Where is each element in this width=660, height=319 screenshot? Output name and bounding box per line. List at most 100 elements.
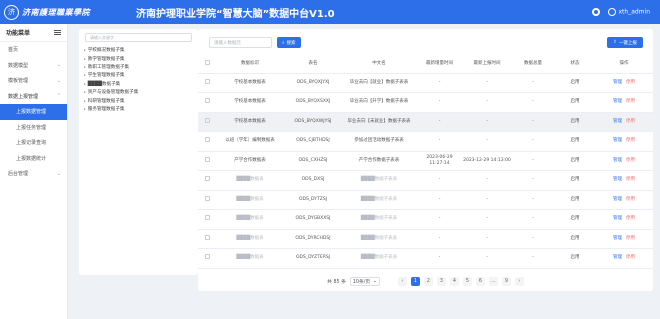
- tree-item[interactable]: ▸ 服务管理数据子集: [79, 105, 198, 113]
- sidebar-subitem-report-data[interactable]: 上报数据管理: [0, 104, 67, 120]
- column-header[interactable]: 状态: [555, 54, 595, 74]
- column-header[interactable]: 数据标识: [216, 54, 284, 74]
- manage-link[interactable]: 管理: [613, 197, 622, 202]
- cell-chinese-name: ████数据子表表: [342, 170, 416, 191]
- disable-link[interactable]: 停用: [626, 177, 635, 182]
- expand-arrow-icon[interactable]: ▸: [84, 65, 86, 69]
- sidebar-item-data-model[interactable]: 数据模型 ⌄: [0, 58, 67, 74]
- prev-page-button[interactable]: ‹: [397, 276, 407, 286]
- settings-gear-icon[interactable]: [592, 8, 601, 16]
- disable-link[interactable]: 停用: [626, 138, 635, 143]
- data-id-text: ████数据表: [236, 235, 264, 241]
- column-header[interactable]: 最新增量时间: [416, 54, 463, 74]
- page-number-button[interactable]: 4: [449, 276, 459, 286]
- pagination-total: 共 85 条: [327, 279, 346, 285]
- disable-link[interactable]: 停用: [626, 158, 635, 163]
- page-ellipsis[interactable]: ...: [488, 276, 498, 286]
- table-row[interactable]: ████数据表 ODS_DYZTERSJ ████数据子表表 - - - 启用 管理 停用: [198, 248, 653, 269]
- sidebar-subitem-report-stats[interactable]: 上报数据统计: [0, 151, 67, 167]
- page-number-button[interactable]: 6: [475, 276, 485, 286]
- row-checkbox[interactable]: [204, 215, 210, 221]
- column-header[interactable]: 操作: [595, 54, 653, 74]
- one-click-report-button[interactable]: ⇪ 一键上报: [607, 37, 643, 48]
- user-menu[interactable]: xth_admin: [608, 8, 650, 16]
- tree-item[interactable]: ▸ 科研管理数据子集: [79, 96, 198, 104]
- column-header[interactable]: 最新上报时间: [463, 54, 511, 74]
- next-page-button[interactable]: ›: [514, 276, 524, 286]
- row-checkbox[interactable]: [204, 254, 210, 260]
- page-number-button[interactable]: 9: [501, 276, 511, 286]
- row-checkbox[interactable]: [204, 176, 210, 182]
- select-all-checkbox[interactable]: [204, 59, 210, 65]
- row-checkbox[interactable]: [204, 137, 210, 143]
- sidebar-item-admin[interactable]: 后台管理 ⌄: [0, 166, 67, 182]
- tree-item[interactable]: ▸ 教职工管理数据子集: [79, 63, 198, 71]
- manage-link[interactable]: 管理: [613, 177, 622, 182]
- row-checkbox[interactable]: [204, 195, 210, 201]
- table-row[interactable]: ████数据表 ODS_DYRCHDSJ ████数据子表表 - - - 启用 管理 停用: [198, 229, 653, 249]
- chevron-down-icon: ⌄: [56, 62, 61, 69]
- page-number-button[interactable]: 5: [462, 276, 472, 286]
- manage-link[interactable]: 管理: [613, 119, 622, 124]
- expand-arrow-icon[interactable]: ▸: [84, 82, 86, 86]
- disable-link[interactable]: 停用: [626, 119, 635, 124]
- table-row[interactable]: 产学合作数据表 ODS_CXHZSJ 产学合作数据子表表 2023-06-29 11:…: [198, 151, 653, 171]
- manage-link[interactable]: 管理: [613, 80, 622, 85]
- table-row[interactable]: ████数据表 ODS_DXSJ ████数据子表表 - - - 启用 管理 停用: [198, 170, 653, 191]
- disable-link[interactable]: 停用: [626, 216, 635, 221]
- expand-arrow-icon[interactable]: ▸: [84, 73, 86, 77]
- sidebar-subitem-report-task[interactable]: 上报任务管理: [0, 120, 67, 136]
- table-row[interactable]: 以班（学年）编制数据表 ODS_CJBTHDSJ 参加过团活动数据子表表 - - - 启用管…: [198, 131, 653, 152]
- page-number-button[interactable]: 1: [410, 276, 420, 286]
- sidebar-item-home[interactable]: 首页: [0, 42, 67, 58]
- page-number-button[interactable]: 2: [423, 276, 433, 286]
- row-select-cell: [198, 248, 216, 269]
- manage-link[interactable]: 管理: [613, 216, 622, 221]
- column-header[interactable]: 数据总量: [511, 54, 555, 74]
- table-row[interactable]: ████数据表 ODS_DYTZSJ ████数据子表表 - - - 启用 管理 停用: [198, 190, 653, 210]
- manage-link[interactable]: 管理: [613, 99, 622, 104]
- row-checkbox[interactable]: [204, 234, 210, 240]
- expand-arrow-icon[interactable]: ▸: [84, 107, 86, 111]
- expand-arrow-icon[interactable]: ▸: [84, 90, 86, 94]
- row-checkbox[interactable]: [204, 156, 210, 162]
- disable-link[interactable]: 停用: [626, 99, 635, 104]
- search-input[interactable]: 请输入数据元: [209, 37, 272, 48]
- page-number-button[interactable]: 3: [436, 276, 446, 286]
- collapse-menu-icon[interactable]: [54, 30, 61, 35]
- manage-link[interactable]: 管理: [613, 236, 622, 241]
- sidebar-item-report[interactable]: 数据上报管理 ⌃: [0, 89, 67, 105]
- manage-link[interactable]: 管理: [613, 158, 622, 163]
- disable-link[interactable]: 停用: [626, 197, 635, 202]
- disable-link[interactable]: 停用: [626, 80, 635, 85]
- cell-data-id: ████数据表: [216, 209, 284, 230]
- page-size-select[interactable]: 10条/页 ⌄: [349, 276, 380, 286]
- sidebar-item-template[interactable]: 模板管理 ⌄: [0, 73, 67, 89]
- cell-total: -: [511, 209, 555, 230]
- disable-link[interactable]: 停用: [626, 255, 635, 260]
- expand-arrow-icon[interactable]: ▸: [84, 57, 86, 61]
- tree-item[interactable]: ▸ 学生管理数据子集: [79, 71, 198, 79]
- table-row[interactable]: 学校基本数据表 ODS_BYQXSXXJ 毕业去向【升学】数据子表表 - - - 启用 管理停…: [198, 92, 653, 113]
- column-header[interactable]: 表名: [284, 54, 342, 74]
- tree-item[interactable]: ▸ 教学管理数据子集: [79, 54, 198, 62]
- row-checkbox[interactable]: [204, 117, 210, 123]
- expand-arrow-icon[interactable]: ▸: [84, 48, 86, 52]
- column-header[interactable]: 中文名: [342, 54, 416, 74]
- tree-search-input[interactable]: 请输入关键字: [85, 33, 192, 42]
- tree-item[interactable]: ▸ ████数据子集: [79, 80, 198, 88]
- tree-item[interactable]: ▸ 资产与设备管理数据子集: [79, 88, 198, 96]
- table-row[interactable]: ████数据表 ODS_DYGBXXSJ ████数据子表表 - - - 启用 管理 停用: [198, 209, 653, 230]
- row-checkbox[interactable]: [204, 78, 210, 84]
- chinese-name-text: ████数据子表表: [360, 177, 398, 183]
- manage-link[interactable]: 管理: [613, 255, 622, 260]
- table-row[interactable]: 学校基本数据表 ODS_BYQXJYXJ 毕业去向【就业】数据子表表 - - - 启用 管理停…: [198, 73, 653, 93]
- search-button[interactable]: ⌕ 搜索: [277, 37, 301, 48]
- table-row[interactable]: 学校基本数据表 ODS_BYQXWJYSJ 毕业去向【未就业】数据子表表 - - - 启用管…: [198, 112, 653, 132]
- expand-arrow-icon[interactable]: ▸: [84, 99, 86, 103]
- tree-item[interactable]: ▸ 学校概况数据子集: [79, 46, 198, 54]
- sidebar-subitem-report-record[interactable]: 上报记录查询: [0, 135, 67, 151]
- disable-link[interactable]: 停用: [626, 236, 635, 241]
- row-checkbox[interactable]: [204, 98, 210, 104]
- manage-link[interactable]: 管理: [613, 138, 622, 143]
